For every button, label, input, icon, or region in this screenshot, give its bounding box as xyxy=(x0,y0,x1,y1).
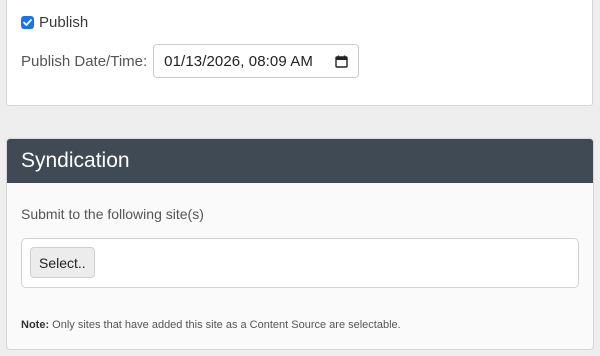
publish-label[interactable]: Publish xyxy=(39,14,88,31)
page: Publish Publish Date/Time: 01/13/2026, 0… xyxy=(0,0,600,356)
check-icon xyxy=(23,19,32,26)
publish-datetime-label: Publish Date/Time: xyxy=(21,52,148,70)
publish-datetime-row: Publish Date/Time: 01/13/2026, 08:09 AM xyxy=(21,44,360,78)
submit-sites-label: Submit to the following site(s) xyxy=(21,206,204,222)
publish-datetime-input[interactable]: 01/13/2026, 08:09 AM xyxy=(153,44,360,78)
note-text: Only sites that have added this site as … xyxy=(52,319,401,331)
syndication-panel: Syndication Submit to the following site… xyxy=(6,138,594,350)
syndication-note: Note: Only sites that have added this si… xyxy=(21,319,401,331)
calendar-icon[interactable] xyxy=(335,55,348,68)
syndication-title: Syndication xyxy=(21,149,130,172)
select-sites-button[interactable]: Select.. xyxy=(30,247,95,278)
publish-checkbox[interactable] xyxy=(21,16,34,29)
note-prefix: Note: xyxy=(21,319,50,331)
publish-card: Publish Publish Date/Time: 01/13/2026, 0… xyxy=(6,0,593,106)
sites-select-field[interactable]: Select.. xyxy=(21,238,579,288)
publish-datetime-value[interactable]: 01/13/2026, 08:09 AM xyxy=(164,53,335,70)
syndication-header: Syndication xyxy=(7,139,593,183)
publish-row: Publish xyxy=(21,14,88,31)
